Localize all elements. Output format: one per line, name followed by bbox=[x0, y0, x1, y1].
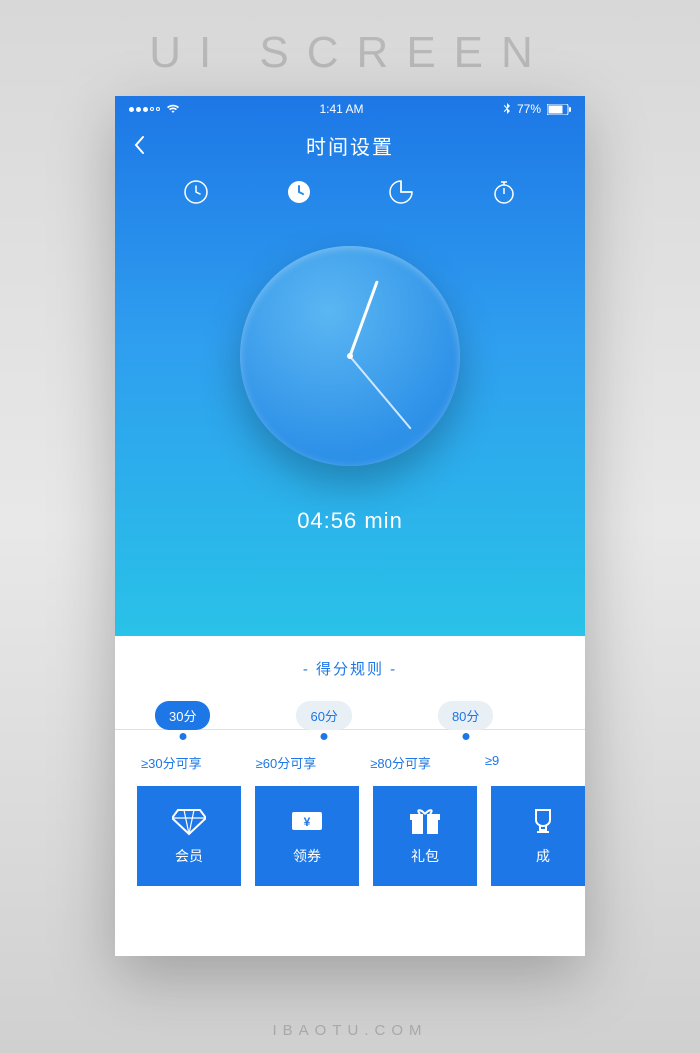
tab-pie[interactable] bbox=[385, 176, 417, 208]
reward-label: 礼包 bbox=[411, 846, 439, 866]
minute-hand bbox=[349, 280, 379, 356]
reward-label: 会员 bbox=[175, 846, 203, 866]
clock-filled-icon bbox=[286, 179, 312, 205]
status-right: 77% bbox=[503, 102, 571, 116]
battery-icon bbox=[547, 104, 571, 115]
second-hand bbox=[349, 356, 411, 430]
score-pill-30[interactable]: 30分 bbox=[155, 701, 210, 730]
battery-percent: 77% bbox=[517, 102, 541, 116]
status-bar: 1:41 AM 77% bbox=[115, 96, 585, 122]
tab-clock-filled[interactable] bbox=[283, 176, 315, 208]
stopwatch-icon bbox=[491, 179, 517, 205]
analog-clock[interactable] bbox=[240, 246, 460, 466]
nav-bar: 时间设置 bbox=[115, 122, 585, 168]
back-button[interactable] bbox=[133, 135, 145, 155]
score-pill-60[interactable]: 60分 bbox=[296, 701, 351, 730]
reward-card-member[interactable]: 会员 bbox=[137, 786, 241, 886]
page-title: 时间设置 bbox=[306, 131, 394, 160]
signal-dots-icon bbox=[129, 107, 160, 112]
threshold-80: ≥80分可享 bbox=[370, 753, 431, 772]
trophy-icon bbox=[526, 806, 560, 836]
status-left bbox=[129, 104, 180, 114]
clock-container bbox=[115, 246, 585, 466]
time-readout: 04:56 min bbox=[115, 508, 585, 534]
rules-section: 得分规则 30分 60分 80分 ≥30分可享 ≥60分可享 ≥80分可享 ≥9… bbox=[115, 636, 585, 906]
bluetooth-icon bbox=[503, 103, 511, 115]
tab-stopwatch[interactable] bbox=[488, 176, 520, 208]
reward-card-achievement[interactable]: 成 bbox=[491, 786, 585, 886]
gift-icon bbox=[408, 806, 442, 836]
mode-tabs bbox=[115, 168, 585, 208]
threshold-90: ≥9 bbox=[485, 753, 499, 772]
main-gradient-panel: 1:41 AM 77% 时间设置 bbox=[115, 96, 585, 636]
score-pills: 30分 60分 80分 bbox=[115, 701, 585, 730]
pie-icon bbox=[388, 179, 414, 205]
score-pill-80[interactable]: 80分 bbox=[438, 701, 493, 730]
svg-text:¥: ¥ bbox=[304, 815, 311, 829]
rules-title: 得分规则 bbox=[115, 658, 585, 679]
diamond-icon bbox=[172, 806, 206, 836]
thresholds-row: ≥30分可享 ≥60分可享 ≥80分可享 ≥9 bbox=[115, 753, 585, 772]
reward-label: 成 bbox=[536, 846, 550, 866]
coupon-icon: ¥ bbox=[290, 806, 324, 836]
clock-center-dot bbox=[347, 353, 353, 359]
wifi-icon bbox=[166, 104, 180, 114]
hero-title: UI SCREEN bbox=[149, 28, 551, 78]
score-track: 30分 60分 80分 bbox=[115, 701, 585, 737]
reward-cards[interactable]: 会员 ¥ 领券 礼包 成 bbox=[115, 772, 585, 906]
reward-card-gift[interactable]: 礼包 bbox=[373, 786, 477, 886]
clock-outline-icon bbox=[183, 179, 209, 205]
footer-brand: IBAOTU.COM bbox=[0, 1022, 700, 1039]
threshold-30: ≥30分可享 bbox=[141, 753, 202, 772]
reward-label: 领券 bbox=[293, 846, 321, 866]
phone-frame: 1:41 AM 77% 时间设置 bbox=[115, 96, 585, 956]
reward-card-coupon[interactable]: ¥ 领券 bbox=[255, 786, 359, 886]
threshold-60: ≥60分可享 bbox=[256, 753, 317, 772]
status-time: 1:41 AM bbox=[319, 102, 363, 116]
tab-clock-outline[interactable] bbox=[180, 176, 212, 208]
